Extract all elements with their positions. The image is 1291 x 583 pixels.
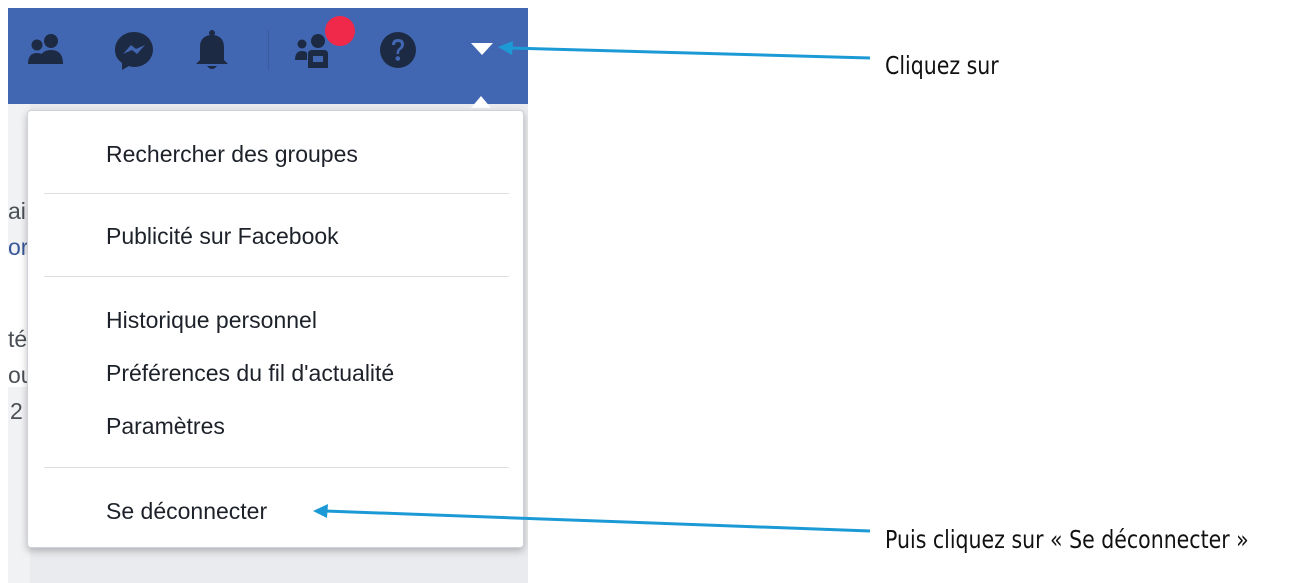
annotation-arrows (313, 41, 871, 533)
arrow-to-logout (313, 504, 871, 533)
arrow-to-caret (498, 41, 871, 60)
annotation-click-caret: Cliquez sur (885, 51, 999, 80)
annotation-click-logout: Puis cliquez sur « Se déconnecter » (885, 525, 1249, 554)
